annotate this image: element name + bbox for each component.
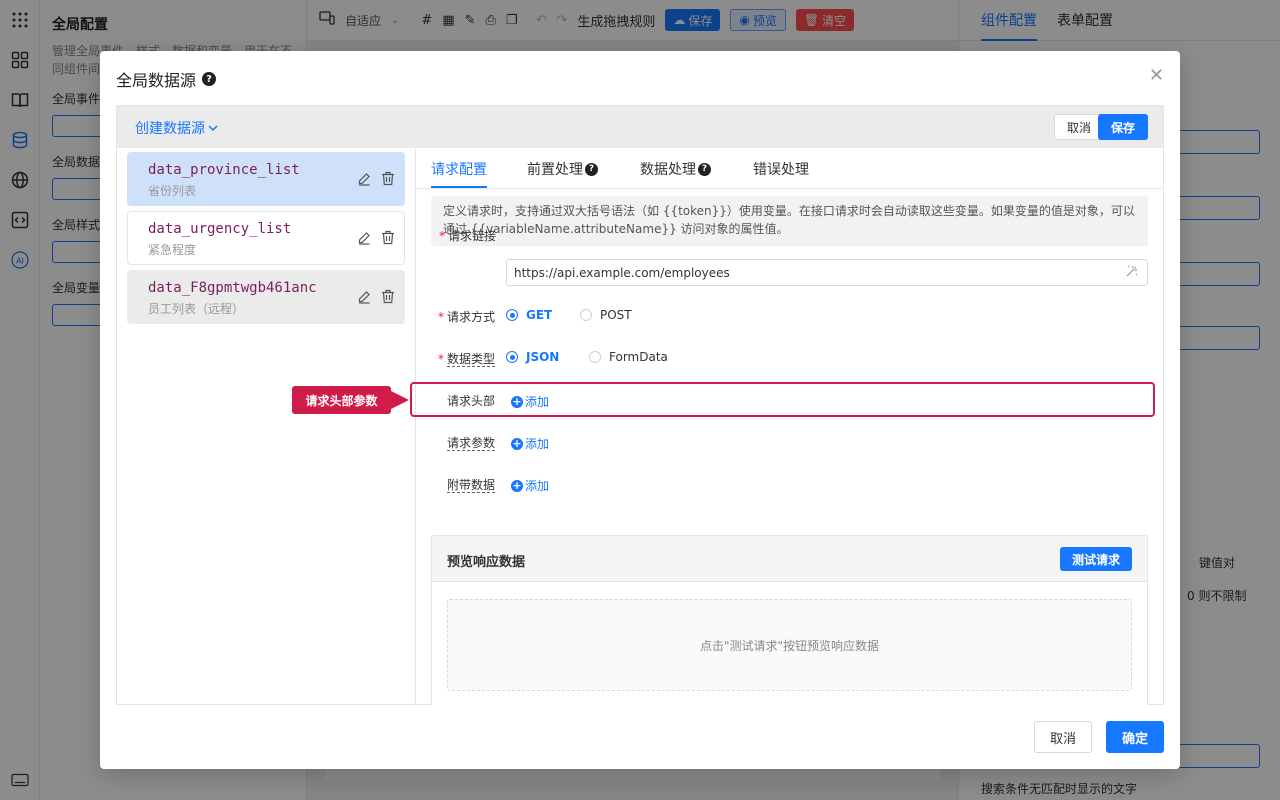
footer-cancel-button[interactable]: 取消: [1033, 721, 1092, 753]
edit-icon[interactable]: [357, 172, 371, 190]
required-mark: *: [437, 352, 444, 366]
add-header-label: 添加: [525, 395, 550, 409]
radio-dot: [506, 309, 518, 321]
modal-title: 全局数据源 ?: [116, 67, 217, 91]
plus-circle-icon: +: [511, 478, 523, 492]
datasource-item[interactable]: data_urgency_list 紧急程度: [127, 211, 405, 265]
datatype-label-text: 数据类型: [446, 352, 495, 367]
preview-header: 预览响应数据 测试请求: [432, 536, 1147, 582]
close-icon[interactable]: ✕: [1149, 65, 1164, 86]
headers-label: 请求头部: [446, 394, 495, 408]
delete-icon[interactable]: [381, 289, 395, 308]
panel-header: 创建数据源 取消 保存: [117, 106, 1163, 148]
method-get-label: GET: [526, 308, 553, 322]
annotation-callout: 请求头部参数: [292, 386, 409, 414]
delete-icon[interactable]: [381, 171, 395, 190]
create-datasource-dropdown[interactable]: 创建数据源: [135, 118, 219, 138]
add-extra-data-label: 添加: [525, 479, 550, 493]
datatype-formdata-label: FormData: [609, 350, 668, 364]
add-extra-data-button[interactable]: + 添加: [511, 477, 549, 494]
datasource-desc: 省份列表: [148, 184, 197, 198]
method-get-radio[interactable]: GET: [506, 308, 552, 322]
datatype-label: * 数据类型: [415, 350, 495, 367]
datasource-name: data_province_list: [148, 162, 300, 178]
response-preview: 预览响应数据 测试请求 点击"测试请求"按钮预览响应数据: [431, 535, 1148, 705]
datasource-desc: 紧急程度: [148, 243, 197, 257]
help-icon[interactable]: ?: [202, 72, 217, 86]
footer-ok-button[interactable]: 确定: [1105, 721, 1164, 753]
params-label-text: 请求参数: [446, 436, 495, 451]
datasource-item[interactable]: data_F8gpmtwgb461anc 员工列表（远程）: [127, 270, 405, 324]
method-post-radio[interactable]: POST: [580, 308, 632, 322]
datasource-list: data_province_list 省份列表 data_urgency_lis…: [117, 148, 416, 704]
datasource-name: data_F8gpmtwgb461anc: [148, 280, 317, 296]
preview-title: 预览响应数据: [447, 555, 526, 570]
edit-icon[interactable]: [357, 290, 371, 308]
edit-icon[interactable]: [357, 231, 371, 249]
radio-dot: [506, 351, 518, 363]
datasource-name: data_urgency_list: [148, 221, 292, 237]
header-cancel-button[interactable]: 取消: [1053, 114, 1104, 140]
request-form: *请求方式 GET POST *数据类型 JSON FormData 请求头部 …: [415, 147, 1162, 705]
radio-dot: [589, 351, 601, 363]
delete-icon[interactable]: [381, 230, 395, 249]
params-label: 请求参数: [415, 434, 495, 451]
test-request-button[interactable]: 测试请求: [1059, 547, 1132, 571]
method-label: * 请求方式: [415, 308, 495, 325]
radio-dot: [580, 309, 592, 321]
add-param-button[interactable]: + 添加: [511, 435, 549, 452]
datasource-desc: 员工列表（远程）: [148, 302, 245, 316]
preview-placeholder: 点击"测试请求"按钮预览响应数据: [447, 599, 1132, 691]
magic-wand-icon[interactable]: [1125, 264, 1139, 282]
method-label-text: 请求方式: [446, 310, 495, 324]
plus-circle-icon: +: [511, 394, 523, 408]
header-save-button[interactable]: 保存: [1097, 114, 1148, 140]
add-param-label: 添加: [525, 437, 550, 451]
modal-title-text: 全局数据源: [116, 71, 197, 90]
required-mark: *: [437, 310, 444, 324]
datatype-formdata-radio[interactable]: FormData: [589, 350, 668, 364]
extra-data-label-text: 附带数据: [446, 478, 495, 493]
chevron-down-icon: [208, 125, 218, 132]
method-post-label: POST: [600, 308, 632, 322]
add-header-button[interactable]: + 添加: [511, 393, 549, 410]
datatype-json-label: JSON: [526, 350, 560, 364]
request-url-input[interactable]: [506, 259, 1148, 286]
datasource-item[interactable]: data_province_list 省份列表: [127, 152, 405, 206]
create-datasource-label: 创建数据源: [135, 121, 205, 137]
datatype-json-radio[interactable]: JSON: [506, 350, 559, 364]
plus-circle-icon: +: [511, 436, 523, 450]
extra-data-label: 附带数据: [415, 476, 495, 493]
